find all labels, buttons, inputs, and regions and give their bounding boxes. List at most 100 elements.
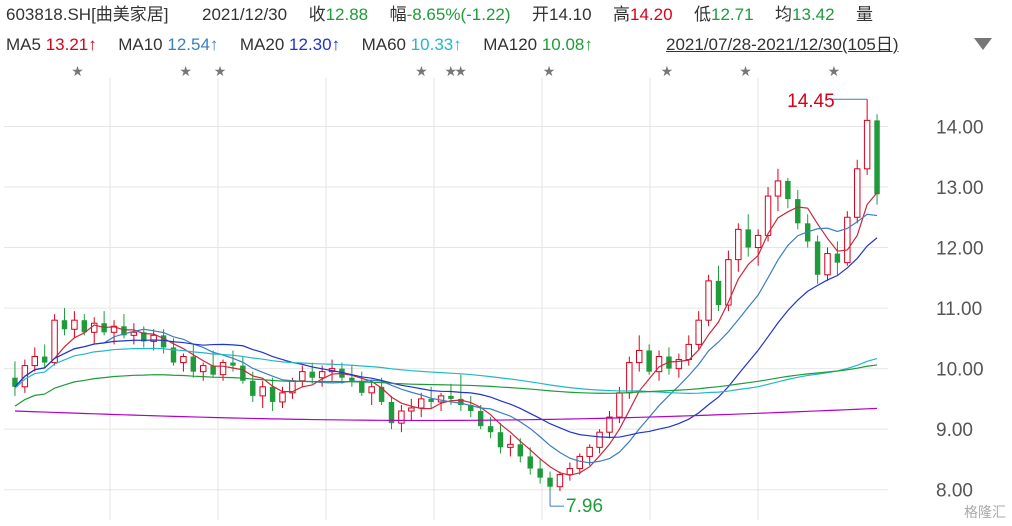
candle-body	[715, 280, 722, 306]
candle-body	[200, 365, 207, 373]
candle-body	[299, 371, 306, 382]
candle-body	[745, 229, 751, 248]
candle-body	[398, 410, 405, 424]
star-icon: ★	[739, 64, 752, 80]
candle-body	[586, 446, 593, 457]
candle-body	[576, 455, 583, 470]
quote-date: 2021/12/30	[202, 5, 288, 24]
ma10-value: 12.54↑	[167, 35, 219, 54]
low-value: 12.71	[711, 5, 754, 24]
low-label: 低	[694, 5, 712, 24]
candle-body	[527, 456, 533, 469]
high-value: 14.20	[630, 5, 673, 24]
candle-body	[874, 120, 880, 195]
candle-body	[606, 416, 613, 433]
high-label: 高	[613, 5, 630, 24]
candle-body	[219, 362, 227, 376]
star-icon: ★	[71, 64, 84, 80]
candle-body	[250, 380, 256, 396]
candle-body	[596, 431, 603, 448]
ma60-label: MA60	[361, 35, 406, 54]
candlestick-chart: 14.00 13.00 12.00 11.00 10.00 9.00 8.00 ★ ★ ★ ★ ★ ★ ★…	[4, 64, 984, 520]
y-tick-label: 11.00	[936, 299, 982, 320]
ma60-value: 10.33↑	[410, 35, 462, 54]
stock-code: 603818.SH	[6, 5, 92, 24]
candle-body	[428, 398, 434, 402]
ma120-value: 10.08↑	[541, 35, 593, 54]
candle-body	[795, 199, 801, 224]
candle-body	[566, 468, 574, 476]
candle-body	[834, 253, 841, 263]
candle-body	[31, 356, 38, 367]
ma250-line	[14, 407, 878, 422]
candle-body	[636, 349, 643, 364]
candle-body	[318, 371, 326, 379]
y-tick-label: 12.00	[936, 239, 984, 260]
candle-body	[556, 474, 564, 488]
ma20-value: 12.30↑	[289, 35, 341, 54]
open-label: 开	[531, 5, 549, 24]
candle-body	[814, 241, 821, 275]
candle-body	[210, 365, 216, 375]
candle-body	[844, 216, 851, 264]
stock-name: [曲美家居]	[91, 5, 169, 24]
ma120-line	[14, 364, 878, 407]
y-tick-label: 10.00	[936, 360, 984, 381]
candle-body	[180, 356, 187, 364]
candle-body	[863, 119, 871, 170]
close-value: 12.88	[325, 5, 369, 24]
candle-body	[279, 392, 286, 403]
star-icon: ★	[661, 64, 674, 80]
candle-body	[41, 356, 48, 363]
candle-body	[309, 371, 315, 378]
change-value: -8.65%(-1.22)	[406, 5, 511, 24]
candle-body	[735, 228, 742, 261]
change-label: 幅	[389, 5, 407, 24]
candle-body	[854, 168, 861, 218]
min-price-label: 7.96	[566, 496, 603, 517]
y-tick-label: 8.00	[936, 481, 973, 502]
open-value: 14.10	[548, 5, 592, 24]
date-range-selector[interactable]: 2021/07/28-2021/12/30(105日)	[666, 34, 899, 56]
star-icon: ★	[179, 64, 192, 80]
candle-body	[259, 386, 266, 397]
candle-body	[685, 343, 692, 361]
y-tick-label: 14.00	[936, 117, 984, 138]
candle-body	[626, 362, 633, 394]
candle-body	[517, 444, 524, 457]
avg-label: 均	[775, 5, 793, 24]
star-icon: ★	[828, 64, 841, 80]
candle-body	[408, 407, 415, 412]
candle-body	[824, 253, 831, 276]
candle-body	[81, 320, 88, 333]
y-tick-label: 9.00	[936, 420, 973, 441]
candle-body	[61, 320, 68, 330]
candle-body	[497, 432, 504, 448]
ma60-line	[14, 347, 878, 394]
candle-body	[71, 319, 78, 330]
candle-body	[537, 468, 543, 478]
candle-body	[754, 234, 762, 249]
quote-header: 603818.SH[曲美家居] 2021/12/30 收12.88 幅-8.65…	[6, 4, 873, 26]
candle-body	[616, 392, 623, 418]
candle-body	[646, 350, 652, 372]
close-label: 收	[308, 5, 326, 24]
candle-body	[774, 180, 782, 197]
ma10-label: MA10	[118, 35, 163, 54]
candle-body	[368, 386, 375, 394]
candle-body	[487, 426, 494, 433]
candle-body	[547, 477, 553, 487]
ma-legend: MA5 13.21↑ MA10 12.54↑ MA20 12.30↑ MA60 …	[6, 34, 992, 56]
dropdown-arrow-icon[interactable]	[974, 38, 992, 50]
candle-body	[477, 411, 484, 427]
candle-body	[190, 356, 197, 372]
ma20-label: MA20	[239, 35, 285, 54]
watermark: 格隆汇	[964, 504, 1006, 520]
candle-body	[418, 398, 425, 409]
candle-body	[349, 377, 355, 381]
avg-value: 13.42	[792, 5, 835, 24]
y-tick-label: 13.00	[936, 178, 984, 199]
candle-body	[448, 395, 454, 399]
candle-body	[507, 443, 514, 448]
star-icon: ★	[543, 64, 556, 80]
